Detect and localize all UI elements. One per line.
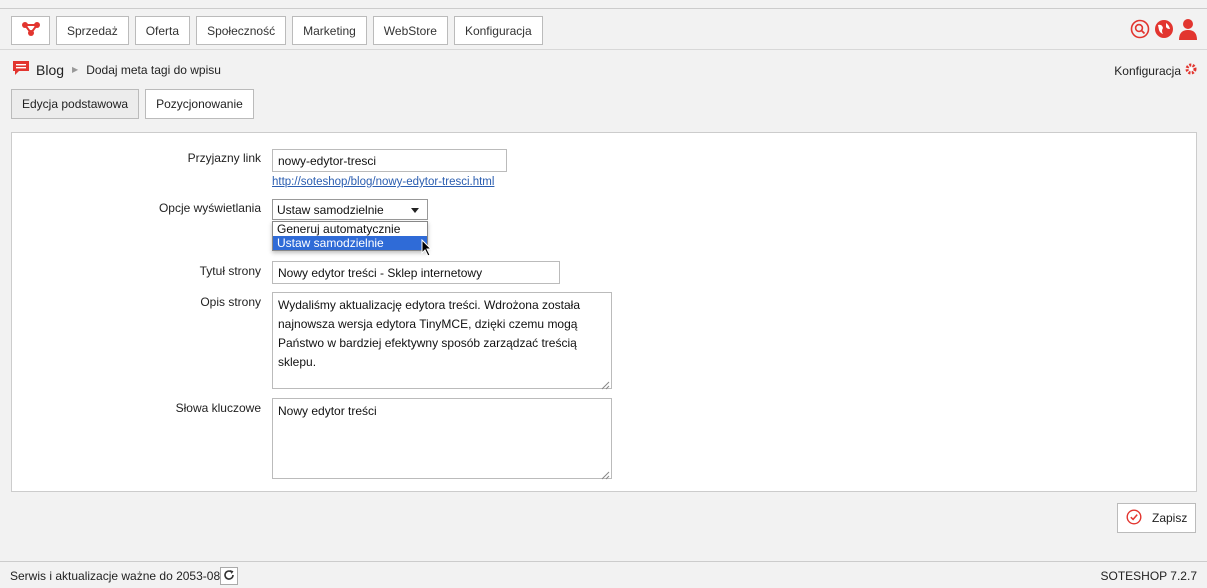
top-navigation-bar: Sprzedaż Oferta Społeczność Marketing We… xyxy=(0,0,1207,50)
mouse-cursor-icon xyxy=(421,238,433,260)
save-button[interactable]: Zapisz xyxy=(1117,503,1196,533)
user-icon[interactable] xyxy=(1178,18,1198,43)
page-description-textarea[interactable]: Wydaliśmy aktualizację edytora treści. W… xyxy=(272,292,612,390)
nav-item-spolecznosc[interactable]: Społeczność xyxy=(196,16,287,45)
breadcrumb-current-page: Dodaj meta tagi do wpisu xyxy=(86,62,221,77)
display-options-selected: Ustaw samodzielnie xyxy=(277,203,384,217)
nav-item-oferta[interactable]: Oferta xyxy=(134,16,191,45)
option-generate-automatically[interactable]: Generuj automatycznie xyxy=(273,222,427,236)
nav-item-sprzedaz[interactable]: Sprzedaż xyxy=(56,16,129,45)
page-title-input[interactable] xyxy=(272,261,560,284)
top-divider xyxy=(0,8,1207,9)
main-menu: Sprzedaż Oferta Społeczność Marketing We… xyxy=(56,16,543,45)
check-circle-icon xyxy=(1126,508,1142,528)
globe-icon[interactable] xyxy=(1154,19,1174,42)
description-line: sklepu. xyxy=(278,355,317,369)
breadcrumb: Blog ▶ Dodaj meta tagi do wpisu xyxy=(12,60,221,79)
tab-basic-edit[interactable]: Edycja podstawowa xyxy=(11,89,140,119)
nav-item-marketing[interactable]: Marketing xyxy=(292,16,367,45)
friendly-link-label: Przyjazny link xyxy=(187,151,261,165)
gear-icon xyxy=(1185,63,1197,78)
nav-item-webstore[interactable]: WebStore xyxy=(372,16,448,45)
chevron-down-icon xyxy=(411,208,419,213)
top-right-icons xyxy=(1130,18,1198,43)
description-line: Wydaliśmy aktualizację edytora treści. W… xyxy=(278,298,581,312)
keywords-textarea[interactable]: Nowy edytor treści xyxy=(272,398,612,480)
display-options-label: Opcje wyświetlania xyxy=(158,201,261,215)
display-options-dropdown: Generuj automatycznie Ustaw samodzielnie xyxy=(272,221,428,251)
page-description-label: Opis strony xyxy=(200,295,261,309)
breadcrumb-separator-icon: ▶ xyxy=(72,65,79,74)
tab-seo[interactable]: Pozycjonowanie xyxy=(145,89,254,119)
footer: Serwis i aktualizacje ważne do 2053-08-2… xyxy=(0,561,1207,588)
logo-button[interactable] xyxy=(11,16,50,45)
keywords-value: Nowy edytor treści xyxy=(278,404,377,418)
refresh-icon xyxy=(223,569,235,584)
service-validity-text: Serwis i aktualizacje ważne do 2053-08-2… xyxy=(10,569,238,583)
save-button-label: Zapisz xyxy=(1152,511,1188,525)
nav-item-konfiguracja[interactable]: Konfiguracja xyxy=(453,16,543,45)
resize-handle-icon[interactable] xyxy=(600,377,610,390)
keywords-label: Słowa kluczowe xyxy=(175,401,261,415)
blog-icon xyxy=(12,60,30,79)
soteshop-logo-icon xyxy=(21,21,41,40)
search-icon[interactable] xyxy=(1130,19,1150,42)
configuration-link[interactable]: Konfiguracja xyxy=(1114,63,1197,78)
breadcrumb-section[interactable]: Blog xyxy=(36,62,64,78)
tab-bar: Edycja podstawowa Pozycjonowanie xyxy=(11,89,254,119)
configuration-link-label: Konfiguracja xyxy=(1114,63,1181,78)
option-set-manually[interactable]: Ustaw samodzielnie xyxy=(273,236,427,250)
description-line: Państwo w bardziej efektywny sposób zarz… xyxy=(278,336,577,350)
page-title-label: Tytuł strony xyxy=(199,264,261,278)
friendly-link-url[interactable]: http://soteshop/blog/nowy-edytor-tresci.… xyxy=(272,176,494,188)
version-label: SOTESHOP 7.2.7 xyxy=(1100,569,1198,583)
refresh-button[interactable] xyxy=(220,567,238,585)
seo-form-panel: Przyjazny link http://soteshop/blog/nowy… xyxy=(11,132,1197,492)
resize-handle-icon[interactable] xyxy=(600,467,610,480)
description-line: najnowsza wersja edytora TinyMCE, dzięki… xyxy=(278,317,578,331)
friendly-link-input[interactable] xyxy=(272,149,507,172)
display-options-select[interactable]: Ustaw samodzielnie xyxy=(272,199,428,220)
